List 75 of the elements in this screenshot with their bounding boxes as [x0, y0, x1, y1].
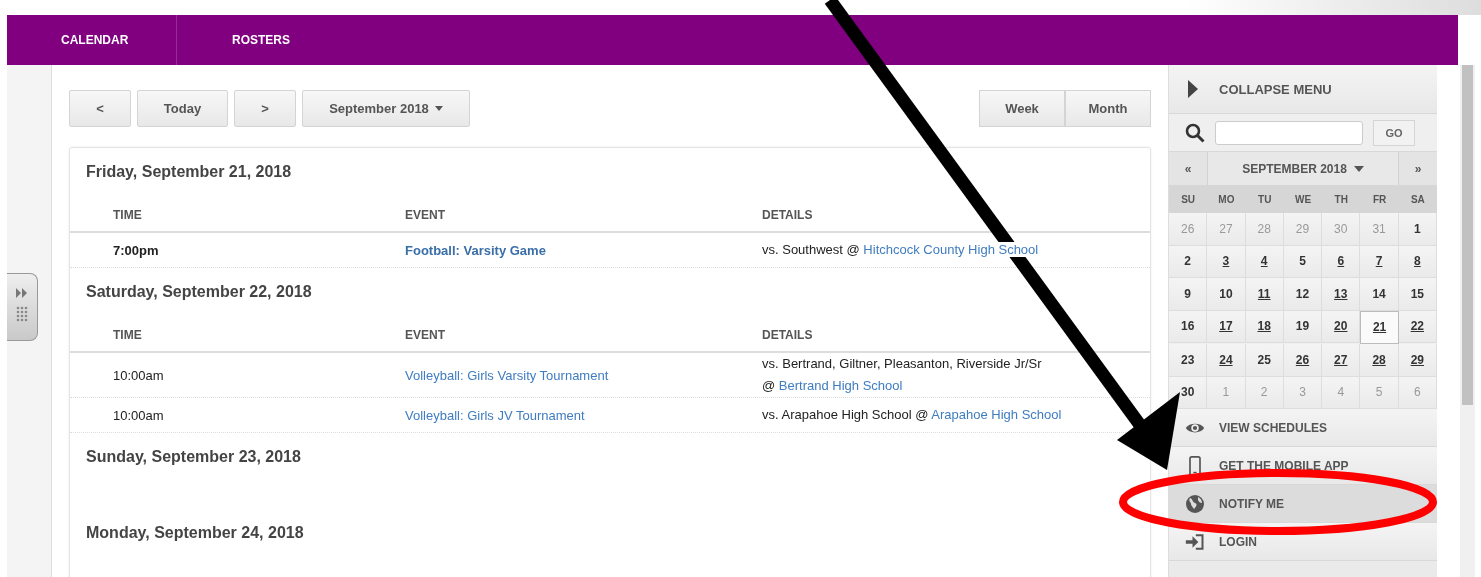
calendar-day[interactable]: 3	[1207, 245, 1246, 278]
event-time: 10:00am	[113, 407, 165, 423]
login-icon	[1185, 531, 1205, 552]
calendar-day[interactable]: 26	[1283, 344, 1323, 377]
next-month-button[interactable]: »	[1399, 152, 1437, 185]
go-button[interactable]: GO	[1373, 119, 1415, 146]
calendar-day[interactable]: 28	[1360, 344, 1399, 377]
sidebar-menu-item[interactable]: NOTIFY ME	[1169, 485, 1437, 523]
column-header: TIME	[113, 328, 143, 342]
expand-handle[interactable]	[7, 273, 38, 341]
globe-icon	[1185, 493, 1205, 514]
event-details: vs. Bertrand, Giltner, Pleasanton, Riverside Jr/Sr @ Bertrand High School	[762, 355, 1043, 395]
calendar-day[interactable]: 13	[1322, 278, 1361, 311]
column-header: DETAILS	[762, 328, 814, 342]
month-picker[interactable]: September 2018	[302, 90, 470, 127]
previous-month-button[interactable]: «	[1169, 152, 1207, 185]
event-details: vs. Southwest @ Hitchcock County High School	[762, 241, 1039, 259]
calendar-day[interactable]: 7	[1360, 245, 1399, 278]
caret-icon	[1353, 165, 1364, 172]
calendar-day[interactable]: 9	[1169, 278, 1208, 311]
calendar-day[interactable]: 6	[1322, 245, 1361, 278]
search-field[interactable]	[1215, 120, 1363, 145]
weekday-label: WE	[1283, 185, 1323, 213]
weekday-label: SA	[1398, 185, 1437, 213]
column-header: EVENT	[405, 328, 446, 342]
calendar-day[interactable]: 23	[1169, 344, 1208, 377]
event-link[interactable]: Volleyball: Girls JV Tournament	[405, 407, 585, 423]
event-details: vs. Arapahoe High School @ Arapahoe High School	[762, 406, 1062, 424]
event-time: 10:00am	[113, 367, 165, 383]
venue-link[interactable]: Arapahoe High School	[931, 407, 1062, 422]
search-icon	[1185, 122, 1205, 143]
column-header: EVENT	[405, 208, 446, 222]
day-heading: Monday, September 24, 2018	[85, 523, 305, 543]
day-heading: Friday, September 21, 2018	[85, 162, 293, 182]
nav-tab[interactable]: ROSTERS	[177, 15, 344, 65]
calendar-day[interactable]: 20	[1322, 310, 1361, 343]
weekday-label: TH	[1322, 185, 1361, 213]
venue-link[interactable]: Bertrand High School	[778, 378, 903, 393]
today-button[interactable]: Today	[137, 90, 228, 127]
calendar-day[interactable]: 2	[1169, 245, 1208, 278]
caret-icon	[434, 106, 443, 111]
event-link[interactable]: Football: Varsity Game	[405, 242, 546, 258]
scrollbar-thumb[interactable]	[1462, 65, 1473, 405]
calendar-day[interactable]: 1	[1398, 213, 1437, 246]
calendar-day[interactable]: 10	[1207, 278, 1246, 311]
previous-button[interactable]: <	[69, 90, 131, 127]
weekday-label: FR	[1360, 185, 1399, 213]
view-button[interactable]: Month	[1065, 90, 1151, 127]
calendar-day[interactable]: 27	[1322, 344, 1361, 377]
triangle-icon	[1187, 80, 1199, 98]
calendar-day[interactable]: 17	[1207, 310, 1246, 343]
day-heading: Sunday, September 23, 2018	[85, 447, 302, 467]
column-header: DETAILS	[762, 208, 814, 222]
calendar-day[interactable]: 16	[1169, 310, 1208, 343]
event-link[interactable]: Volleyball: Girls Varsity Tournament	[405, 367, 609, 383]
calendar-day[interactable]: 29	[1398, 344, 1437, 377]
calendar-day[interactable]: 25	[1245, 344, 1284, 377]
weekday-label: SU	[1169, 185, 1208, 213]
month-selector[interactable]: SEPTEMBER 2018	[1207, 152, 1399, 185]
venue-link[interactable]: Hitchcock County High School	[863, 242, 1039, 257]
calendar-day[interactable]: 14	[1360, 278, 1399, 311]
calendar-day[interactable]: 21	[1360, 310, 1399, 344]
calendar-day[interactable]: 24	[1207, 344, 1246, 377]
weekday-label: TU	[1245, 185, 1284, 213]
day-heading: Saturday, September 22, 2018	[85, 282, 313, 302]
collapse-menu-button[interactable]: COLLAPSE MENU	[1169, 65, 1437, 114]
event-time: 7:00pm	[113, 242, 160, 258]
sidebar-menu-item[interactable]: VIEW SCHEDULES	[1169, 409, 1437, 447]
calendar-day[interactable]: 12	[1283, 278, 1323, 311]
calendar-day[interactable]: 15	[1398, 278, 1437, 311]
next-button[interactable]: >	[234, 90, 296, 127]
view-button[interactable]: Week	[979, 90, 1065, 127]
calendar-day[interactable]: 11	[1245, 278, 1284, 311]
column-header: TIME	[113, 208, 143, 222]
weekday-label: MO	[1207, 185, 1246, 213]
